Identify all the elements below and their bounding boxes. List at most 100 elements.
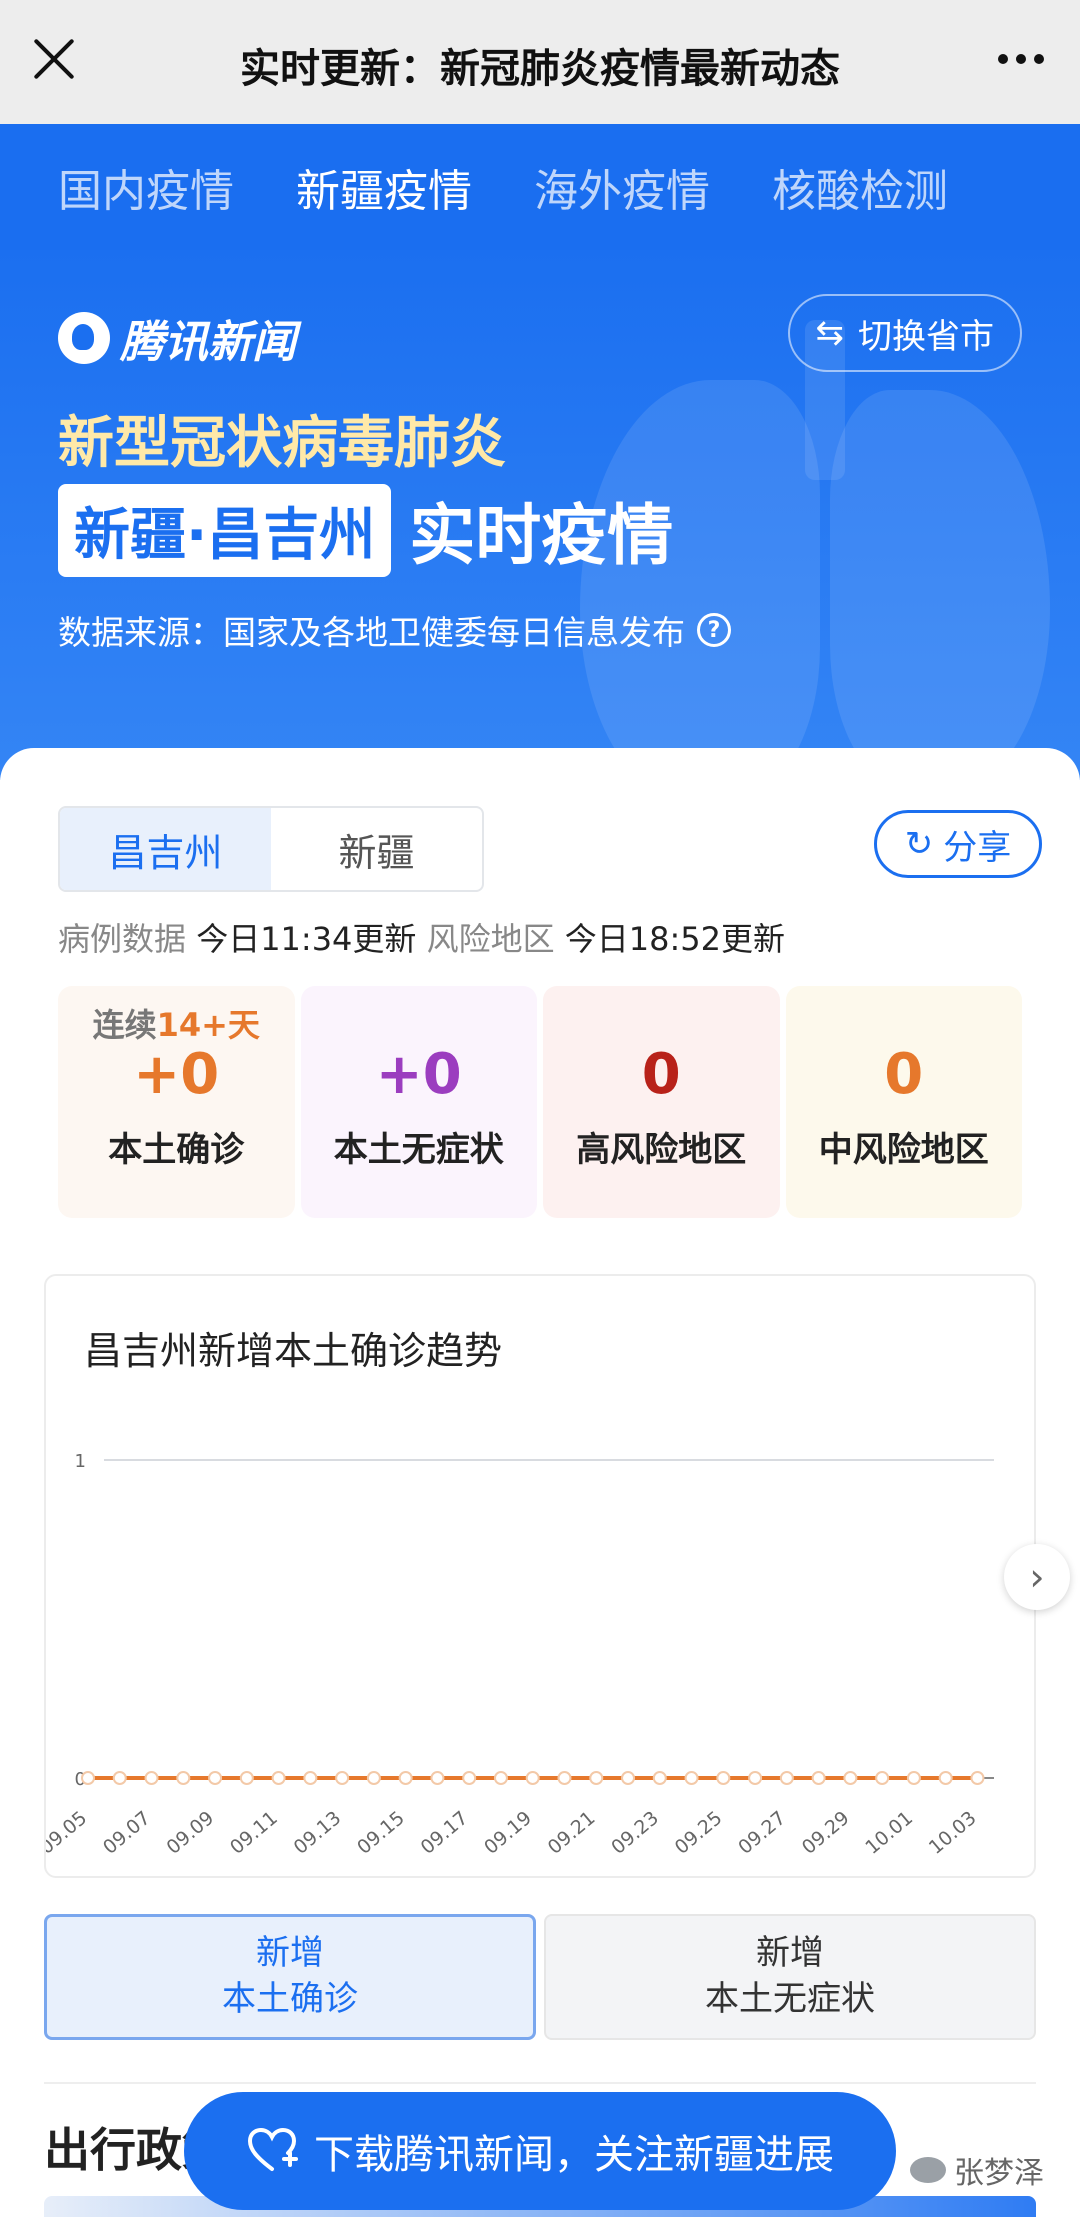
y-tick-label: 1	[75, 1451, 86, 1472]
question-icon[interactable]: ?	[697, 613, 731, 647]
streak-text: 连续14+天	[92, 1006, 260, 1044]
stat-label: 本土无症状	[333, 1130, 504, 1170]
data-point	[271, 1771, 286, 1785]
region-pill: 新疆·昌吉州	[58, 483, 392, 577]
toggle-line2: 本土确诊	[222, 1979, 358, 2019]
trend-chart: 1009.05 09.07 09.09 09.11 09.13 09.15 09.17 09.…	[46, 1451, 994, 1859]
data-point	[81, 1771, 95, 1785]
stat-medium-risk[interactable]: 0 中风险地区	[785, 986, 1022, 1218]
lung-left-illustration	[580, 380, 820, 780]
stat-local-confirmed[interactable]: 连续14+天 +0 本土确诊	[58, 986, 295, 1218]
download-app-banner[interactable]: 下载腾讯新闻，关注新疆进展	[184, 2092, 896, 2210]
segment-changji[interactable]: 昌吉州	[60, 808, 271, 890]
stat-local-asymptomatic[interactable]: +0 本土无症状	[300, 986, 537, 1218]
data-point	[112, 1771, 127, 1785]
stat-value: 0	[884, 1042, 924, 1107]
area-segment-control: 昌吉州 新疆	[58, 806, 484, 892]
hero-title: 实时疫情	[409, 497, 674, 574]
data-point	[843, 1771, 858, 1785]
data-point	[589, 1771, 604, 1785]
stat-value: +0	[133, 1042, 220, 1107]
data-point	[430, 1771, 445, 1785]
logo-icon	[58, 312, 110, 364]
hero-subtitle: 新型冠状病毒肺炎	[58, 411, 506, 476]
divider	[44, 2082, 1036, 2084]
share-button[interactable]: ↻ 分享	[874, 810, 1042, 878]
data-point	[239, 1771, 254, 1785]
tencent-news-logo: 腾讯新闻	[58, 306, 296, 370]
tab-xinjiang[interactable]: 新疆疫情	[296, 155, 472, 219]
watermark-text: 张梦泽	[954, 2156, 1044, 2191]
data-source-text: 数据来源：国家及各地卫健委每日信息发布	[58, 613, 685, 652]
switch-region-label: 切换省市	[858, 316, 994, 357]
tab-overseas[interactable]: 海外疫情	[534, 155, 710, 219]
wechat-icon	[910, 2157, 946, 2183]
stat-high-risk[interactable]: 0 高风险地区	[543, 986, 780, 1218]
data-point	[398, 1771, 413, 1785]
x-tick-label: 09.25	[671, 1807, 727, 1859]
data-point	[303, 1771, 318, 1785]
data-source: 数据来源：国家及各地卫健委每日信息发布 ?	[58, 606, 731, 654]
title-bar: 实时更新：新冠肺炎疫情最新动态	[0, 0, 1080, 124]
stat-value: +0	[375, 1042, 462, 1107]
data-point	[557, 1771, 572, 1785]
data-point	[779, 1771, 794, 1785]
x-tick-label: 09.05	[46, 1807, 91, 1859]
data-point	[208, 1771, 223, 1785]
more-options-icon[interactable]	[998, 54, 1044, 64]
logo-text: 腾讯新闻	[120, 317, 296, 368]
data-point	[970, 1771, 985, 1785]
data-point	[906, 1771, 921, 1785]
data-point	[811, 1771, 826, 1785]
data-point	[525, 1771, 540, 1785]
share-icon: ↻	[904, 824, 934, 864]
chevron-right-icon[interactable]: ›	[1004, 1544, 1070, 1610]
trend-chart-card: 昌吉州新增本土确诊趋势 1 0 09.05 09.07 09.09 09.11 09.13 0…	[44, 1274, 1036, 1878]
hero-headline: 新疆·昌吉州 实时疫情	[58, 482, 673, 578]
heart-plus-icon	[247, 2127, 298, 2171]
x-tick-label: 09.07	[99, 1807, 155, 1859]
x-tick-label: 09.09	[162, 1807, 218, 1859]
segment-xinjiang[interactable]: 新疆	[271, 808, 482, 890]
share-label: 分享	[943, 827, 1012, 868]
streak-days: 14+天	[156, 1006, 260, 1044]
case-data-label: 病例数据	[58, 920, 187, 958]
risk-area-label: 风险地区	[426, 920, 555, 958]
stat-value: 0	[641, 1042, 681, 1107]
data-point	[652, 1771, 667, 1785]
data-point	[621, 1771, 636, 1785]
x-tick-label: 09.21	[544, 1807, 600, 1859]
case-update-time: 今日11:34更新	[196, 920, 417, 958]
data-point	[335, 1771, 350, 1785]
toggle-new-local-asymptomatic[interactable]: 新增 本土无症状	[544, 1914, 1036, 2040]
tab-domestic[interactable]: 国内疫情	[58, 155, 234, 219]
stat-label: 本土确诊	[108, 1130, 245, 1170]
x-tick-label: 09.13	[290, 1807, 346, 1859]
x-tick-label: 09.19	[480, 1807, 536, 1859]
risk-update-time: 今日18:52更新	[564, 920, 786, 958]
x-tick-label: 09.15	[353, 1807, 409, 1859]
data-point	[748, 1771, 763, 1785]
stat-label: 中风险地区	[818, 1130, 989, 1170]
region-tabs: 国内疫情 新疆疫情 海外疫情 核酸检测	[0, 124, 1080, 250]
main-content: 昌吉州 新疆 ↻ 分享 病例数据 今日11:34更新 风险地区 今日18:52更…	[0, 748, 1080, 2217]
data-point	[366, 1771, 381, 1785]
data-point	[684, 1771, 699, 1785]
tab-nucleic-test[interactable]: 核酸检测	[772, 155, 948, 219]
toggle-new-local-confirmed[interactable]: 新增 本土确诊	[44, 1914, 536, 2040]
lung-right-illustration	[830, 390, 1050, 780]
data-point	[462, 1771, 477, 1785]
toggle-line1: 新增	[256, 1933, 324, 1974]
swap-icon: ⇆	[815, 313, 845, 353]
switch-region-button[interactable]: ⇆ 切换省市	[787, 294, 1022, 372]
x-tick-label: 10.01	[861, 1807, 917, 1859]
x-tick-label: 10.03	[925, 1807, 981, 1859]
data-point	[875, 1771, 890, 1785]
data-point	[493, 1771, 508, 1785]
data-point	[716, 1771, 731, 1785]
author-watermark: 张梦泽	[910, 2148, 1044, 2192]
toggle-line2: 本土无症状	[705, 1979, 875, 2019]
x-tick-label: 09.23	[607, 1807, 663, 1859]
stats-row: 连续14+天 +0 本土确诊 +0 本土无症状 0 高风险地区 0 中风险地区	[58, 986, 1022, 1218]
x-tick-label: 09.11	[226, 1807, 282, 1859]
